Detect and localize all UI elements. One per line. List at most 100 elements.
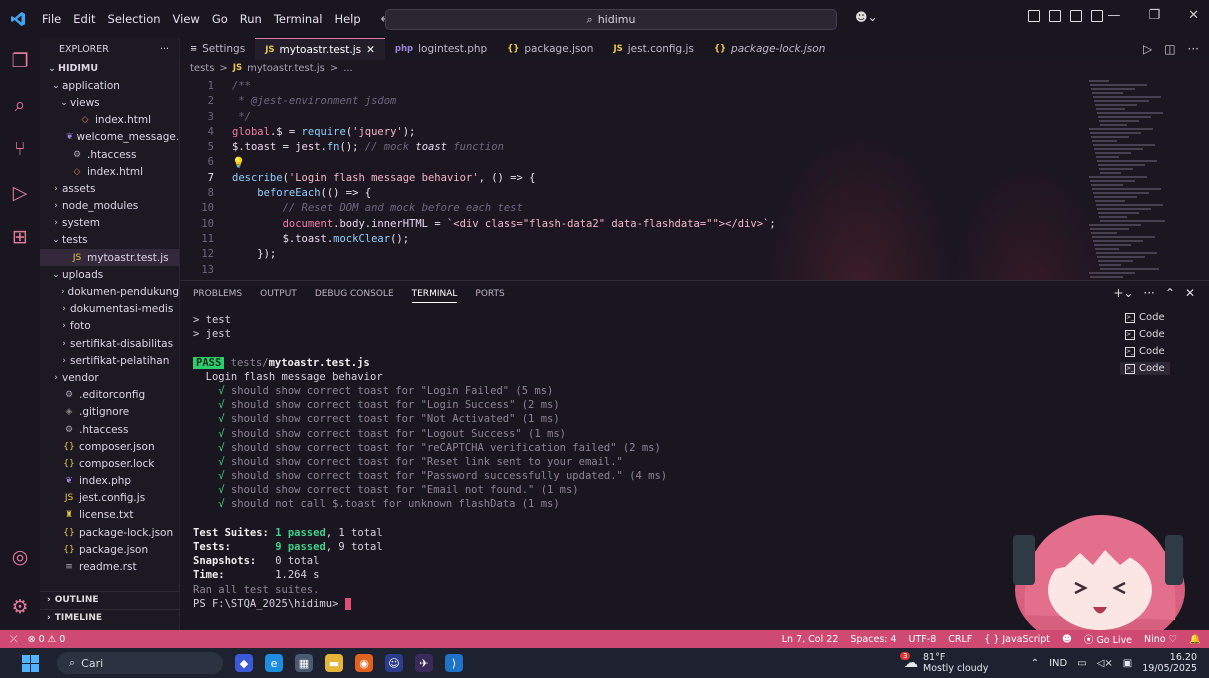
menu-help[interactable]: Help <box>328 12 366 26</box>
file-item[interactable]: ❦ index.php <box>40 473 179 490</box>
steam-icon[interactable]: ✈ <box>415 654 433 672</box>
panel-tab[interactable]: DEBUG CONSOLE <box>315 289 394 303</box>
folder-item[interactable]: › sertifikat-disabilitas <box>40 335 179 352</box>
menu-terminal[interactable]: Terminal <box>268 12 329 26</box>
vscode-logo-icon[interactable] <box>0 11 36 27</box>
editor-tab[interactable]: {} package-lock.json <box>704 38 835 60</box>
minimap[interactable] <box>1089 80 1165 280</box>
store-icon[interactable]: ▦ <box>295 654 313 672</box>
file-item[interactable]: ⚙ .editorconfig <box>40 387 179 404</box>
editor-tab[interactable]: php logintest.php <box>385 38 497 60</box>
windows-start-icon[interactable] <box>22 654 39 672</box>
network-icon[interactable]: ▭ <box>1077 658 1086 669</box>
folder-item[interactable]: › dokumentasi-medis <box>40 301 179 318</box>
run-debug-icon[interactable]: ▷ <box>8 182 32 206</box>
file-item[interactable]: ◇ index.html <box>40 112 179 129</box>
folder-item[interactable]: › node_modules <box>40 198 179 215</box>
volume-icon[interactable]: ◁× <box>1097 658 1113 669</box>
menu-run[interactable]: Run <box>234 12 268 26</box>
remote-icon[interactable]: ⤫ <box>10 634 18 645</box>
toggle-panel-icon[interactable] <box>1070 10 1082 22</box>
indentation[interactable]: Spaces: 4 <box>850 634 896 645</box>
clock[interactable]: 16.20 19/05/2025 <box>1142 652 1197 674</box>
file-item[interactable]: ◈ .gitignore <box>40 404 179 421</box>
more-actions-icon[interactable]: ··· <box>160 44 169 55</box>
file-item[interactable]: ≡ readme.rst <box>40 558 179 575</box>
gear-icon[interactable]: ⚙ <box>8 596 32 620</box>
file-item[interactable]: {} package-lock.json <box>40 524 179 541</box>
menu-edit[interactable]: Edit <box>67 12 101 26</box>
menu-file[interactable]: File <box>36 12 67 26</box>
editor-tab[interactable]: JS jest.config.js <box>603 38 703 60</box>
close-icon[interactable]: ✕ <box>1188 8 1199 23</box>
terminal-instance[interactable]: >_ Code <box>1120 345 1170 358</box>
file-item[interactable]: {} composer.json <box>40 438 179 455</box>
folder-item[interactable]: ⌄ application <box>40 77 179 94</box>
code-line[interactable]: 13 <box>180 264 1209 279</box>
go-live-button[interactable]: ⦿ Go Live <box>1084 632 1132 646</box>
cursor-position[interactable]: Ln 7, Col 22 <box>782 634 839 645</box>
extensions-icon[interactable]: ⊞ <box>8 226 32 250</box>
terminal-instance[interactable]: >_ Code <box>1120 362 1170 375</box>
terminal-prompt[interactable]: PS F:\STQA_2025\hidimu> <box>193 597 667 612</box>
code-line[interactable]: 5 $.toast = jest.fn(); // mock toast func… <box>180 141 1209 156</box>
panel-tab[interactable]: OUTPUT <box>260 289 297 303</box>
notifications-icon[interactable]: 🔔 <box>1189 634 1201 645</box>
source-control-icon[interactable]: ⑂ <box>8 138 32 162</box>
code-line[interactable]: 7 describe('Login flash message behavior'… <box>180 172 1209 187</box>
panel-tab[interactable]: PROBLEMS <box>193 289 242 303</box>
code-line[interactable]: 2 * @jest-environment jsdom <box>180 95 1209 110</box>
restore-icon[interactable]: ❐ <box>1148 8 1160 23</box>
file-item[interactable]: JS jest.config.js <box>40 490 179 507</box>
folder-item[interactable]: ⌄ tests <box>40 232 179 249</box>
language-mode[interactable]: { } JavaScript <box>984 634 1050 645</box>
terminal-instance[interactable]: >_ Code <box>1120 311 1170 324</box>
folder-item[interactable]: › vendor <box>40 369 179 386</box>
code-line[interactable]: 6 💡 <box>180 156 1209 171</box>
discord-icon[interactable]: ☺ <box>385 654 403 672</box>
command-center-search[interactable]: ⌕ hidimu <box>385 9 837 30</box>
outline-section[interactable]: › OUTLINE <box>40 591 180 608</box>
toggle-secondary-sidebar-icon[interactable] <box>1091 10 1103 22</box>
folder-item[interactable]: ⌄ uploads <box>40 266 179 283</box>
end-of-line[interactable]: CRLF <box>948 634 972 645</box>
explorer-icon[interactable]: ❐ <box>8 50 32 74</box>
encoding[interactable]: UTF-8 <box>909 634 937 645</box>
new-terminal-icon[interactable]: +⌄ <box>1113 286 1133 300</box>
file-item[interactable]: ⚙ .htaccess <box>40 421 179 438</box>
close-tab-icon[interactable]: ✕ <box>366 44 375 56</box>
close-panel-icon[interactable]: ✕ <box>1185 286 1195 300</box>
code-line[interactable]: 10 // Reset DOM and mock before each tes… <box>180 202 1209 217</box>
chevron-up-icon[interactable]: ⌃ <box>1031 658 1039 669</box>
terminal-instance[interactable]: >_ Code <box>1120 328 1170 341</box>
run-icon[interactable]: ▷ <box>1143 42 1152 56</box>
breadcrumb-segment[interactable]: ... <box>343 63 353 74</box>
account-icon[interactable]: ◎ <box>8 546 32 570</box>
folder-item[interactable]: › sertifikat-pelatihan <box>40 352 179 369</box>
copilot-status-icon[interactable]: ☻ <box>1062 634 1072 645</box>
menu-view[interactable]: View <box>167 12 206 26</box>
customize-layout-icon[interactable] <box>1028 10 1040 22</box>
folder-item[interactable]: › system <box>40 215 179 232</box>
file-item[interactable]: ◇ index.html <box>40 163 179 180</box>
menu-selection[interactable]: Selection <box>102 12 167 26</box>
code-editor[interactable]: 1/** 2 * @jest-environment jsdom 3 */4 glob… <box>180 80 1209 280</box>
maximize-panel-icon[interactable]: ⌃ <box>1165 286 1175 300</box>
explorer-root[interactable]: ⌄ HIDIMU <box>40 60 179 77</box>
code-line[interactable]: 12 }); <box>180 248 1209 263</box>
more-actions-icon[interactable]: ··· <box>1188 42 1199 56</box>
file-item[interactable]: ♜ license.txt <box>40 507 179 524</box>
timeline-section[interactable]: › TIMELINE <box>40 609 180 626</box>
file-item[interactable]: ❦ welcome_message... <box>40 129 179 146</box>
panel-tab[interactable]: PORTS <box>475 289 504 303</box>
code-line[interactable]: 3 */ <box>180 111 1209 126</box>
input-language[interactable]: IND <box>1049 658 1067 669</box>
folder-item[interactable]: › assets <box>40 180 179 197</box>
code-line[interactable]: 1 /** <box>180 80 1209 95</box>
edge-icon[interactable]: e <box>265 654 283 672</box>
editor-tab[interactable]: ≡ Settings <box>180 38 255 60</box>
split-editor-icon[interactable]: ◫ <box>1164 42 1175 56</box>
file-item[interactable]: JS mytoastr.test.js <box>40 249 179 267</box>
toggle-sidebar-icon[interactable] <box>1049 10 1061 22</box>
file-item[interactable]: ⚙ .htaccess <box>40 146 179 163</box>
